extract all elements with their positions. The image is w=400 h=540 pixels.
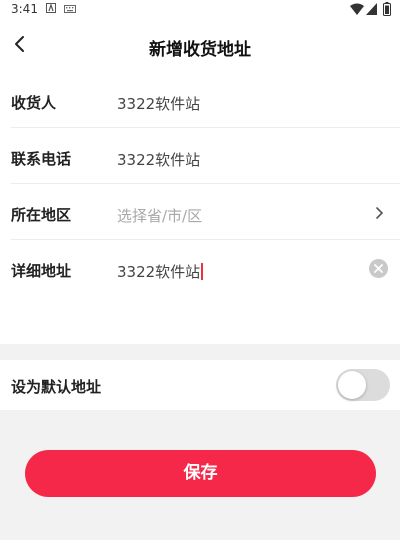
region-label: 所在地区 xyxy=(11,206,72,224)
phone-input[interactable]: 3322软件站 xyxy=(117,149,200,170)
address-form: 收货人 3322软件站 联系电话 3322软件站 所在地区 选择省/市/区 详细… xyxy=(0,72,400,344)
toggle-knob xyxy=(338,371,366,399)
status-bar: 3:41 xyxy=(0,0,400,20)
notification-a-icon xyxy=(46,3,56,13)
detail-address-input[interactable]: 3322软件站 xyxy=(117,261,204,282)
default-address-toggle[interactable] xyxy=(336,369,390,401)
keyboard-icon xyxy=(64,5,76,13)
region-row[interactable]: 所在地区 选择省/市/区 xyxy=(0,184,400,240)
phone-label: 联系电话 xyxy=(11,150,72,168)
detail-address-row[interactable]: 详细地址 3322软件站 xyxy=(0,240,400,296)
chevron-right-icon[interactable] xyxy=(372,206,386,220)
phone-row[interactable]: 联系电话 3322软件站 xyxy=(0,128,400,184)
recipient-row[interactable]: 收货人 3322软件站 xyxy=(0,72,400,128)
status-time: 3:41 xyxy=(11,2,38,16)
text-caret xyxy=(201,263,204,280)
detail-address-text: 3322软件站 xyxy=(117,263,201,281)
recipient-label: 收货人 xyxy=(11,94,57,112)
clear-button[interactable] xyxy=(369,259,388,278)
clear-icon xyxy=(374,264,383,273)
signal-icon xyxy=(366,3,377,15)
region-selector[interactable]: 选择省/市/区 xyxy=(117,205,202,226)
save-button[interactable]: 保存 xyxy=(25,450,376,497)
battery-icon xyxy=(383,2,391,16)
recipient-input[interactable]: 3322软件站 xyxy=(117,93,200,114)
detail-address-label: 详细地址 xyxy=(11,262,72,280)
page-title: 新增收货地址 xyxy=(149,40,251,60)
default-address-row: 设为默认地址 xyxy=(0,360,400,410)
default-address-label: 设为默认地址 xyxy=(11,378,102,396)
wifi-icon xyxy=(350,3,364,15)
app-header: 新增收货地址 xyxy=(0,20,400,72)
